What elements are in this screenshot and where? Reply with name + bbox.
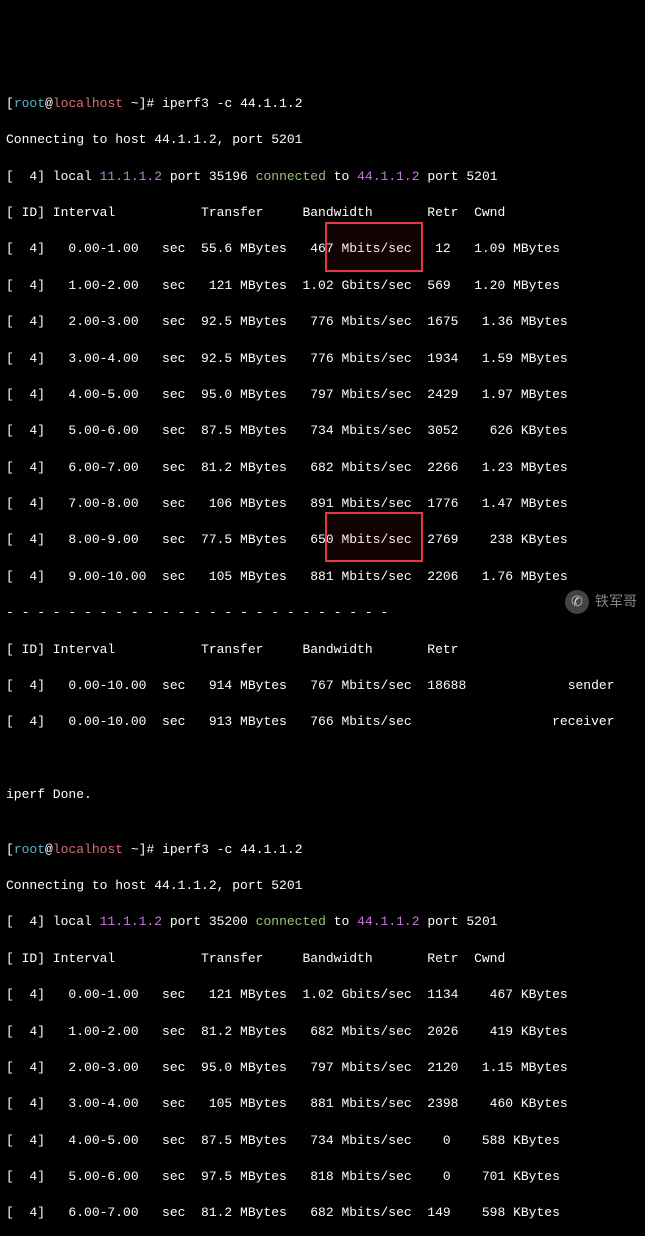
table-row: [ 4] 5.00-6.00 sec 87.5 MBytes 734 Mbits…	[6, 422, 639, 440]
table-row: [ 4] 4.00-5.00 sec 95.0 MBytes 797 Mbits…	[6, 386, 639, 404]
table-row: [ 4] 9.00-10.00 sec 105 MBytes 881 Mbits…	[6, 568, 639, 586]
table-row: [ 4] 5.00-6.00 sec 97.5 MBytes 818 Mbits…	[6, 1168, 639, 1186]
summary-row: [ 4] 0.00-10.00 sec 913 MBytes 766 Mbits…	[6, 713, 639, 731]
table-header: [ ID] Interval Transfer Bandwidth Retr C…	[6, 204, 639, 222]
connecting-line: Connecting to host 44.1.1.2, port 5201	[6, 877, 639, 895]
wechat-icon: ✆	[565, 590, 589, 614]
summary-row: [ 4] 0.00-10.00 sec 914 MBytes 767 Mbits…	[6, 677, 639, 695]
local-line: [ 4] local 11.1.1.2 port 35196 connected…	[6, 168, 639, 186]
table-row: [ 4] 0.00-1.00 sec 121 MBytes 1.02 Gbits…	[6, 986, 639, 1004]
prompt-line[interactable]: [root@localhost ~]# iperf3 -c 44.1.1.2	[6, 95, 639, 113]
prompt-line[interactable]: [root@localhost ~]# iperf3 -c 44.1.1.2	[6, 841, 639, 859]
blank-line	[6, 750, 639, 768]
table-row: [ 4] 0.00-1.00 sec 55.6 MBytes 467 Mbits…	[6, 240, 639, 258]
table-row: [ 4] 6.00-7.00 sec 81.2 MBytes 682 Mbits…	[6, 459, 639, 477]
connecting-line: Connecting to host 44.1.1.2, port 5201	[6, 131, 639, 149]
table-row: [ 4] 2.00-3.00 sec 92.5 MBytes 776 Mbits…	[6, 313, 639, 331]
local-line: [ 4] local 11.1.1.2 port 35200 connected…	[6, 913, 639, 931]
done-line: iperf Done.	[6, 786, 639, 804]
table-row: [ 4] 6.00-7.00 sec 81.2 MBytes 682 Mbits…	[6, 1204, 639, 1222]
summary-header: [ ID] Interval Transfer Bandwidth Retr	[6, 641, 639, 659]
table-row: [ 4] 4.00-5.00 sec 87.5 MBytes 734 Mbits…	[6, 1132, 639, 1150]
table-row: [ 4] 1.00-2.00 sec 81.2 MBytes 682 Mbits…	[6, 1023, 639, 1041]
table-row: [ 4] 3.00-4.00 sec 105 MBytes 881 Mbits/…	[6, 1095, 639, 1113]
table-row: [ 4] 7.00-8.00 sec 106 MBytes 891 Mbits/…	[6, 495, 639, 513]
table-row: [ 4] 3.00-4.00 sec 92.5 MBytes 776 Mbits…	[6, 350, 639, 368]
table-row: [ 4] 2.00-3.00 sec 95.0 MBytes 797 Mbits…	[6, 1059, 639, 1077]
watermark: ✆ 铁军哥	[565, 590, 637, 614]
separator: - - - - - - - - - - - - - - - - - - - - …	[6, 604, 639, 622]
table-row: [ 4] 1.00-2.00 sec 121 MBytes 1.02 Gbits…	[6, 277, 639, 295]
watermark-text: 铁军哥	[595, 592, 637, 612]
table-row: [ 4] 8.00-9.00 sec 77.5 MBytes 650 Mbits…	[6, 531, 639, 549]
table-header: [ ID] Interval Transfer Bandwidth Retr C…	[6, 950, 639, 968]
